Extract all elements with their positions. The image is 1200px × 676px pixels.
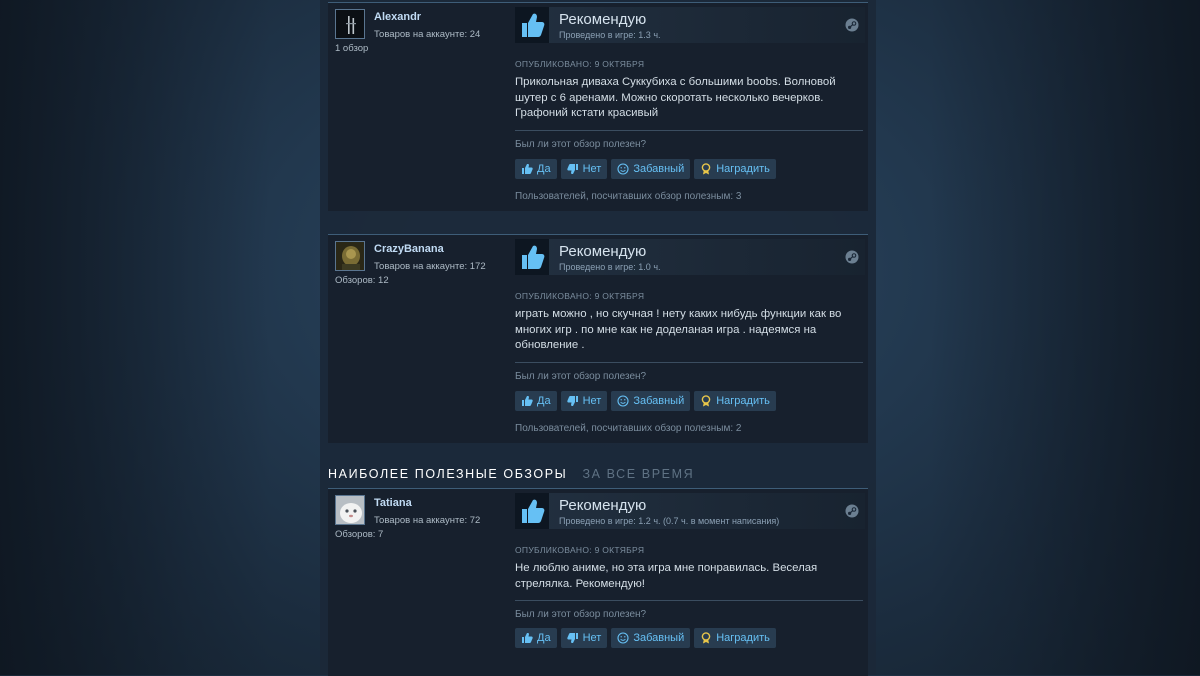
author-reviews-count[interactable]: Обзоров: 12: [335, 275, 389, 286]
vote-header[interactable]: Рекомендую Проведено в игре: 1.0 ч.: [515, 239, 865, 275]
vote-buttons: Да Нет Забавный Наградить: [515, 159, 776, 179]
no-label: Нет: [582, 632, 602, 644]
thumbs-up-icon: [521, 395, 533, 407]
funny-button[interactable]: Забавный: [611, 391, 691, 411]
divider: [515, 362, 863, 363]
vote-buttons: Да Нет Забавный Наградить: [515, 391, 776, 411]
review-posted-date: ОПУБЛИКОВАНО: 9 ОКТЯБРЯ: [515, 59, 645, 69]
avatar[interactable]: [335, 9, 365, 39]
funny-label: Забавный: [633, 395, 685, 407]
review-hours: Проведено в игре: 1.0 ч.: [559, 262, 661, 272]
review-posted-date: ОПУБЛИКОВАНО: 9 ОКТЯБРЯ: [515, 545, 645, 555]
vote-header[interactable]: Рекомендую Проведено в игре: 1.3 ч.: [515, 7, 865, 43]
review-text: Не люблю аниме, но эта игра мне понравил…: [515, 562, 818, 590]
section-title: НАИБОЛЕЕ ПОЛЕЗНЫЕ ОБЗОРЫ: [328, 467, 568, 481]
vote-header[interactable]: Рекомендую Проведено в игре: 1.2 ч. (0.7…: [515, 493, 865, 529]
helpful-count: Пользователей, посчитавших обзор полезны…: [515, 191, 742, 202]
author-name[interactable]: Alexandr: [374, 11, 421, 23]
review-text: играть можно , но скучная ! нету каких н…: [515, 308, 842, 351]
yes-label: Да: [537, 395, 551, 407]
yes-button[interactable]: Да: [515, 391, 557, 411]
review-card: CrazyBanana Товаров на аккаунте: 172 Обз…: [328, 234, 868, 443]
helpful-count: Пользователей, посчитавших обзор полезны…: [515, 423, 742, 434]
review-text: Прикольная диваха Суккубиха с большими b…: [515, 76, 836, 119]
thumbs-up-icon: [515, 493, 549, 529]
no-button[interactable]: Нет: [560, 628, 608, 648]
review-hours: Проведено в игре: 1.3 ч.: [559, 30, 661, 40]
review-posted-date: ОПУБЛИКОВАНО: 9 ОКТЯБРЯ: [515, 291, 645, 301]
award-ribbon-icon: [700, 632, 712, 644]
review-verdict: Рекомендую: [559, 497, 647, 514]
thumbs-down-icon: [566, 395, 579, 407]
smiley-icon: [617, 395, 629, 407]
yes-label: Да: [537, 163, 551, 175]
yes-label: Да: [537, 632, 551, 644]
funny-label: Забавный: [633, 163, 685, 175]
review-verdict: Рекомендую: [559, 243, 647, 260]
no-label: Нет: [582, 163, 602, 175]
author-name[interactable]: Tatiana: [374, 497, 412, 509]
funny-label: Забавный: [633, 632, 685, 644]
thumbs-up-icon: [521, 632, 533, 644]
funny-button[interactable]: Забавный: [611, 159, 691, 179]
author-reviews-count[interactable]: 1 обзор: [335, 43, 368, 54]
yes-button[interactable]: Да: [515, 159, 557, 179]
divider: [515, 130, 863, 131]
background-right-shade: [930, 0, 1200, 675]
avatar[interactable]: [335, 241, 365, 271]
thumbs-down-icon: [566, 163, 579, 175]
author-products-count[interactable]: Товаров на аккаунте: 24: [374, 29, 480, 40]
review-card: Tatiana Товаров на аккаунте: 72 Обзоров:…: [328, 488, 868, 676]
author-reviews-count[interactable]: Обзоров: 7: [335, 529, 383, 540]
author-products-count[interactable]: Товаров на аккаунте: 172: [374, 261, 486, 272]
award-label: Наградить: [716, 632, 770, 644]
award-label: Наградить: [716, 163, 770, 175]
review-content: Рекомендую Проведено в игре: 1.0 ч. ОПУБ…: [515, 239, 865, 434]
thumbs-up-icon: [515, 7, 549, 43]
thumbs-down-icon: [566, 632, 579, 644]
review-hours: Проведено в игре: 1.2 ч. (0.7 ч. в момен…: [559, 516, 780, 526]
review-verdict: Рекомендую: [559, 11, 647, 28]
award-button[interactable]: Наградить: [694, 628, 776, 648]
author-name[interactable]: CrazyBanana: [374, 243, 444, 255]
steam-icon: [845, 18, 859, 37]
thumbs-up-icon: [515, 239, 549, 275]
review-card: Alexandr Товаров на аккаунте: 24 1 обзор…: [328, 2, 868, 211]
award-button[interactable]: Наградить: [694, 159, 776, 179]
award-label: Наградить: [716, 395, 770, 407]
vote-buttons: Да Нет Забавный Наградить: [515, 628, 776, 648]
award-button[interactable]: Наградить: [694, 391, 776, 411]
steam-icon: [845, 504, 859, 523]
funny-button[interactable]: Забавный: [611, 628, 691, 648]
award-ribbon-icon: [700, 395, 712, 407]
section-subtitle[interactable]: ЗА ВСЕ ВРЕМЯ: [582, 467, 694, 481]
author-products-count[interactable]: Товаров на аккаунте: 72: [374, 515, 480, 526]
helpful-question: Был ли этот обзор полезен?: [515, 139, 647, 150]
yes-button[interactable]: Да: [515, 628, 557, 648]
helpful-question: Был ли этот обзор полезен?: [515, 609, 647, 620]
divider: [515, 600, 863, 601]
helpful-question: Был ли этот обзор полезен?: [515, 371, 647, 382]
steam-icon: [845, 250, 859, 269]
award-ribbon-icon: [700, 163, 712, 175]
no-button[interactable]: Нет: [560, 391, 608, 411]
thumbs-up-icon: [521, 163, 533, 175]
no-button[interactable]: Нет: [560, 159, 608, 179]
smiley-icon: [617, 632, 629, 644]
review-content: Рекомендую Проведено в игре: 1.2 ч. (0.7…: [515, 493, 865, 648]
smiley-icon: [617, 163, 629, 175]
section-header: НАИБОЛЕЕ ПОЛЕЗНЫЕ ОБЗОРЫ ЗА ВСЕ ВРЕМЯ: [328, 467, 694, 481]
avatar[interactable]: [335, 495, 365, 525]
no-label: Нет: [582, 395, 602, 407]
background-left-shade: [0, 0, 270, 675]
review-content: Рекомендую Проведено в игре: 1.3 ч. ОПУБ…: [515, 7, 865, 202]
